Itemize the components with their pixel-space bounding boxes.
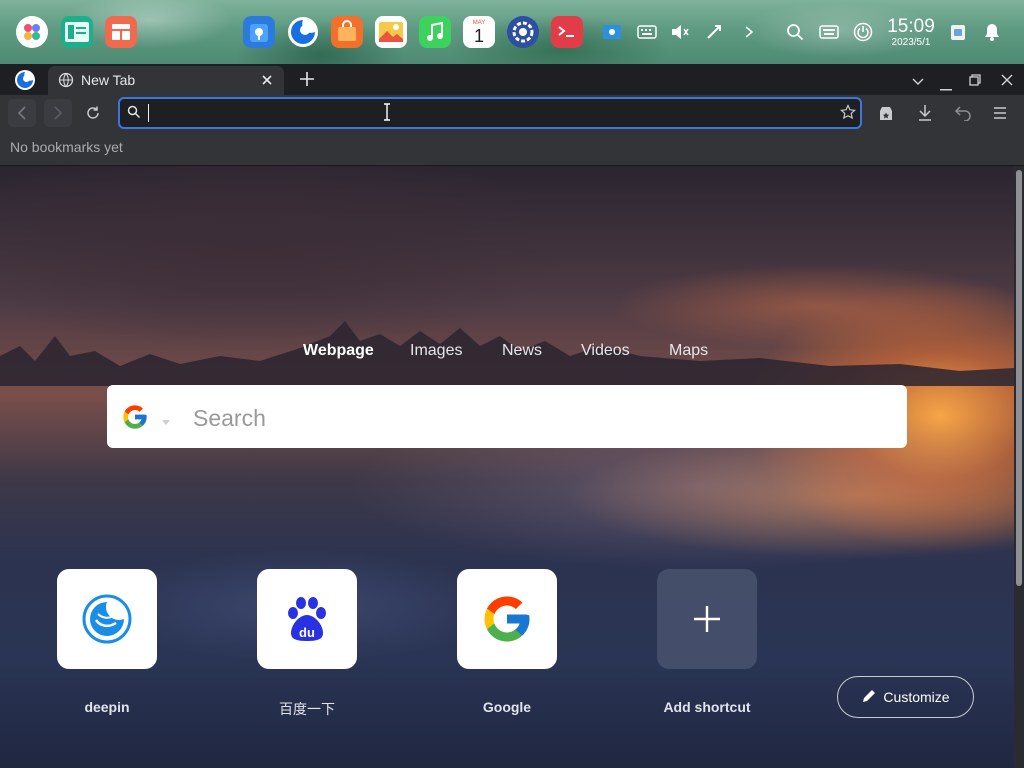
search-input[interactable] — [191, 401, 875, 435]
close-tab-icon[interactable] — [261, 73, 273, 91]
multitasking-view-icon[interactable] — [61, 16, 93, 48]
shortcut-label: Add shortcut — [663, 699, 751, 715]
volume-icon[interactable] — [668, 20, 692, 44]
google-logo-icon[interactable] — [121, 403, 149, 436]
new-tab-page: Webpage Images News Videos Maps deepin d… — [0, 166, 1014, 768]
workspace-icon[interactable] — [105, 16, 137, 48]
calendar-day: 1 — [473, 25, 484, 46]
search-engine-tabs: Webpage Images News Videos Maps — [0, 342, 1014, 366]
search-icon — [127, 105, 141, 124]
trash-icon[interactable] — [946, 20, 970, 44]
shortcut-baidu[interactable]: du 百度一下 — [257, 569, 357, 717]
add-shortcut-plus-icon[interactable] — [657, 569, 757, 669]
forward-button[interactable] — [44, 99, 72, 127]
shortcut-deepin[interactable]: deepin — [57, 569, 157, 715]
search-tab-webpage[interactable]: Webpage — [303, 342, 374, 360]
page-scrollbar[interactable] — [1014, 166, 1024, 768]
shortcut-label: 百度一下 — [279, 701, 335, 717]
music-icon[interactable] — [419, 16, 451, 48]
clock-time: 15:09 — [887, 16, 935, 37]
tab-title: New Tab — [81, 72, 136, 88]
new-tab-button[interactable] — [298, 70, 316, 93]
notification-bell-icon[interactable] — [980, 20, 1004, 44]
network-icon[interactable] — [702, 20, 726, 44]
browser-toolbar — [0, 95, 1024, 131]
search-tab-news[interactable]: News — [502, 342, 542, 360]
customize-label: Customize — [883, 689, 950, 705]
shortcut-add[interactable]: Add shortcut — [657, 569, 757, 715]
close-window-icon[interactable] — [1001, 73, 1013, 91]
package-icon[interactable] — [331, 16, 363, 48]
clock-date: 2023/5/1 — [891, 37, 931, 48]
shortcut-label: deepin — [84, 699, 130, 715]
address-input[interactable] — [148, 103, 828, 123]
shortcut-google[interactable]: Google — [457, 569, 557, 715]
download-icon[interactable] — [911, 99, 939, 127]
svg-text:du: du — [299, 625, 315, 640]
terminal-icon[interactable] — [551, 16, 583, 48]
address-bar[interactable] — [118, 97, 862, 129]
keyboard-icon[interactable] — [635, 20, 659, 44]
search-icon[interactable] — [783, 20, 807, 44]
calendar-icon[interactable]: MAY 1 — [463, 16, 495, 48]
restore-window-icon[interactable] — [969, 73, 981, 91]
power-icon[interactable] — [851, 20, 875, 44]
system-dock: MAY 1 15:09 2023/5/1 — [0, 0, 1024, 64]
pencil-icon — [861, 688, 877, 707]
bookmark-star-icon[interactable] — [840, 104, 856, 125]
app-store-icon[interactable] — [243, 16, 275, 48]
deepin-logo-icon[interactable] — [57, 569, 157, 669]
search-tab-videos[interactable]: Videos — [581, 342, 630, 360]
tab-bar: New Tab — [0, 64, 1024, 95]
reload-button[interactable] — [79, 99, 107, 127]
tab-new-tab[interactable]: New Tab — [48, 66, 284, 95]
text-caret — [148, 104, 149, 122]
screenshot-icon[interactable] — [600, 20, 624, 44]
google-logo-icon[interactable] — [457, 569, 557, 669]
search-tab-images[interactable]: Images — [410, 342, 462, 360]
image-viewer-icon[interactable] — [375, 16, 407, 48]
globe-icon — [58, 72, 74, 93]
profile-manager-icon[interactable] — [872, 99, 900, 127]
search-box[interactable] — [107, 385, 907, 448]
engine-dropdown-chevron-icon[interactable] — [162, 413, 170, 431]
browser-logo-icon[interactable] — [14, 69, 36, 96]
control-center-icon[interactable] — [507, 16, 539, 48]
bookmarks-bar: No bookmarks yet — [0, 131, 1024, 166]
clock[interactable]: 15:09 2023/5/1 — [880, 16, 942, 49]
minimize-window-icon[interactable] — [940, 78, 952, 96]
chevron-right-icon[interactable] — [737, 20, 761, 44]
menu-icon[interactable] — [986, 99, 1014, 127]
onscreen-keyboard-icon[interactable] — [817, 20, 841, 44]
no-bookmarks-text: No bookmarks yet — [10, 139, 123, 155]
text-cursor-icon — [382, 103, 392, 126]
search-tab-maps[interactable]: Maps — [669, 342, 708, 360]
back-button[interactable] — [8, 99, 36, 127]
undo-icon[interactable] — [949, 99, 977, 127]
shortcut-label: Google — [482, 699, 532, 715]
tab-list-chevron-icon[interactable] — [912, 74, 924, 92]
browser-icon[interactable] — [287, 16, 319, 48]
customize-button[interactable]: Customize — [837, 676, 974, 718]
baidu-paw-icon[interactable]: du — [257, 569, 357, 669]
scrollbar-thumb[interactable] — [1016, 170, 1022, 586]
launcher-icon[interactable] — [16, 16, 48, 48]
